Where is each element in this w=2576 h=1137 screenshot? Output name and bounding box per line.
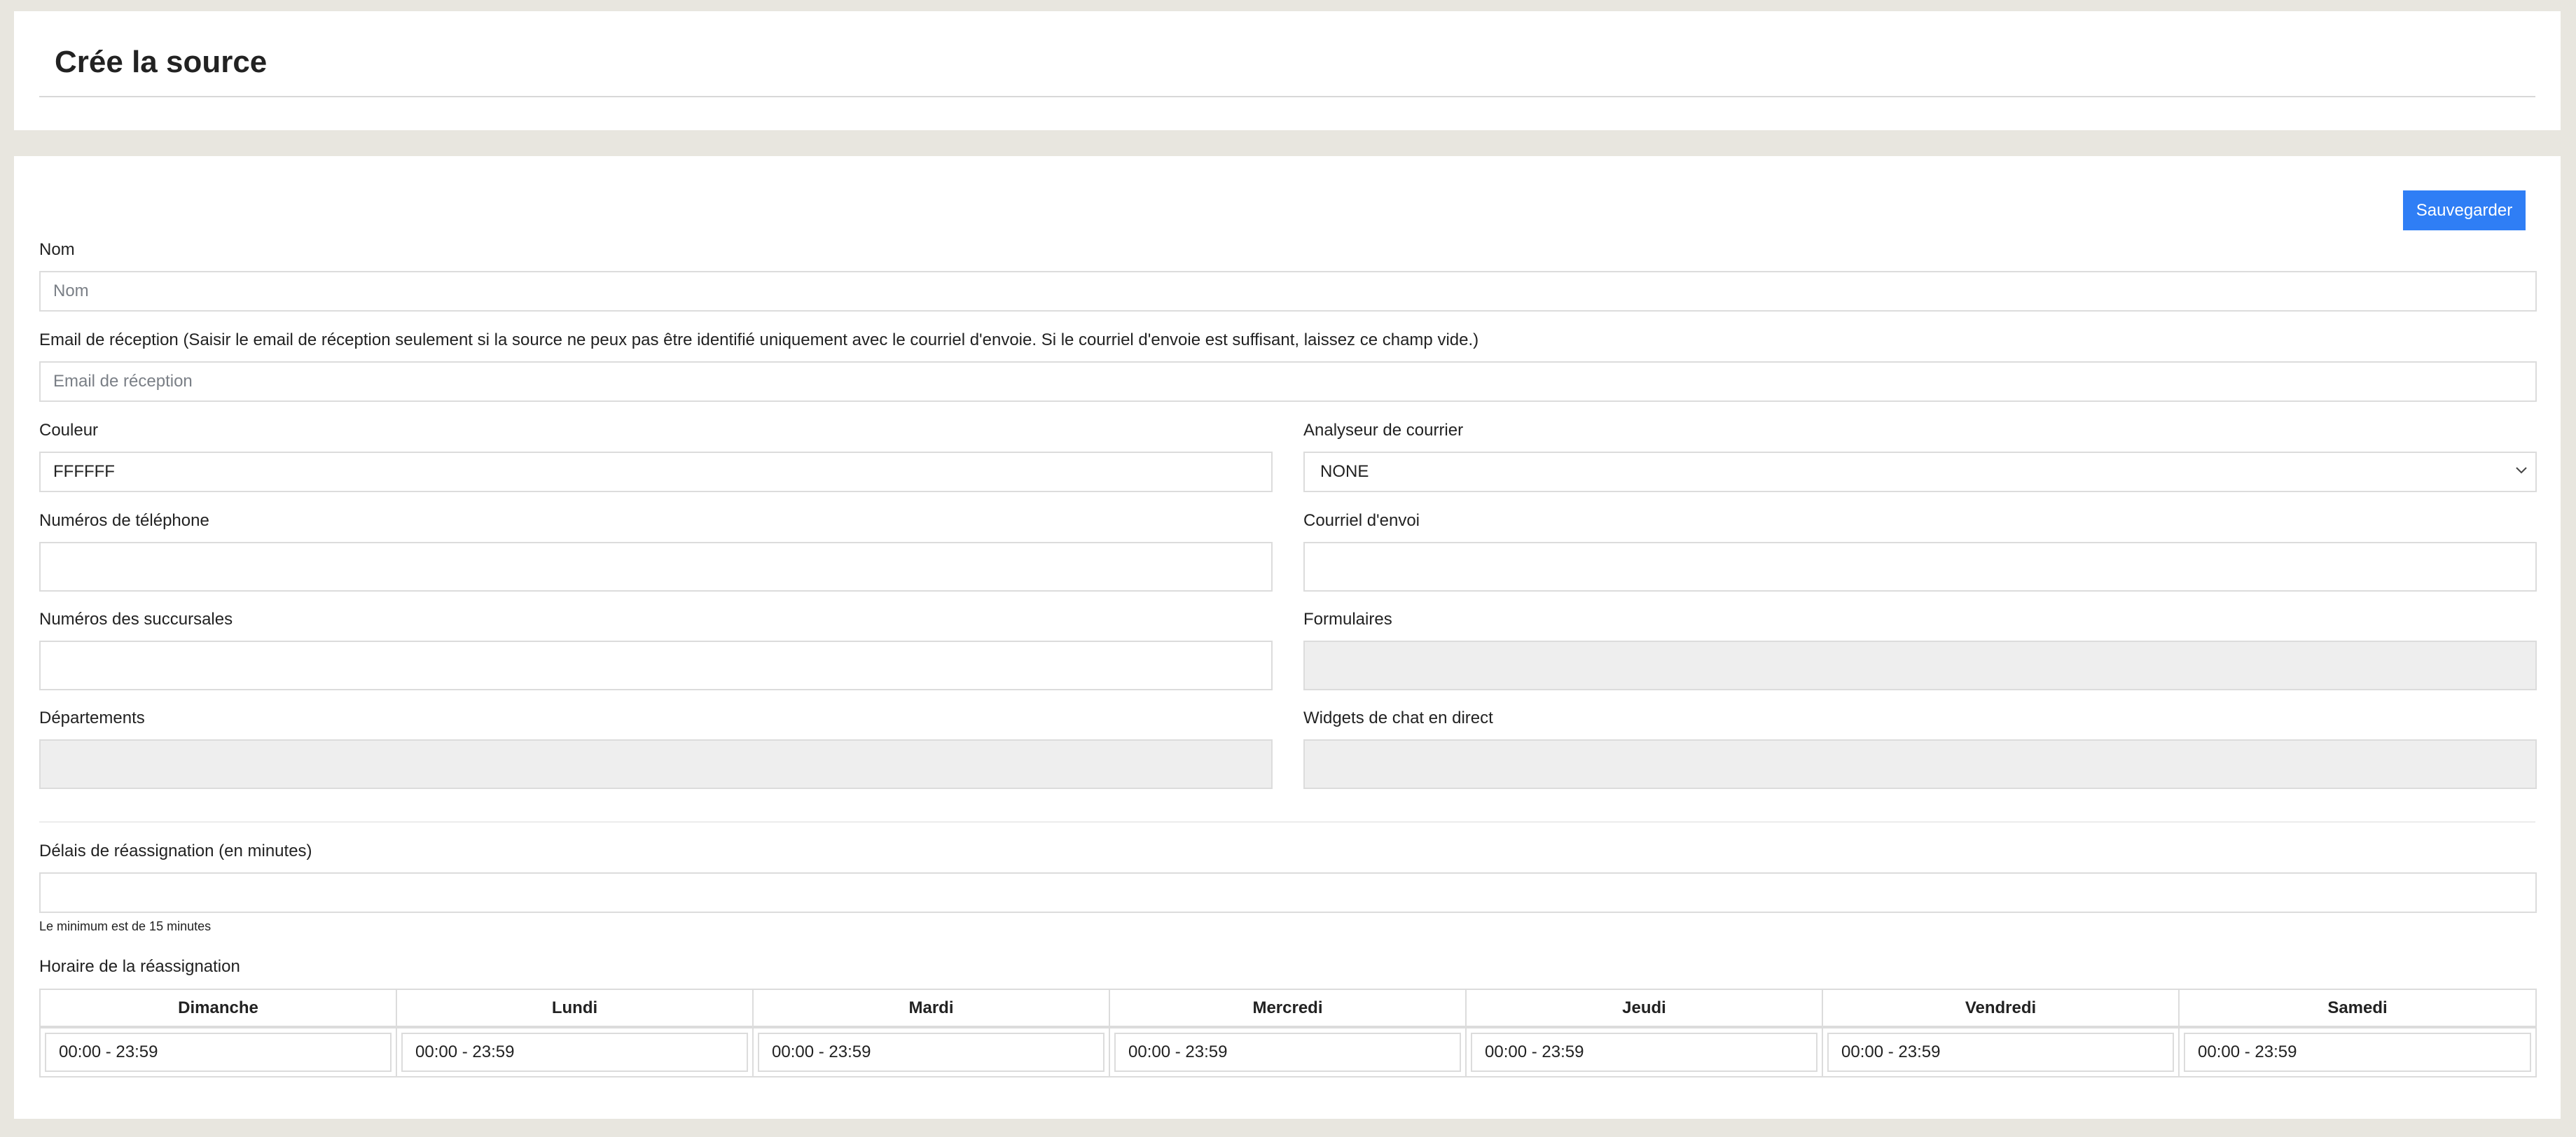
schedule-cell-tuesday (754, 1028, 1110, 1076)
schedule-header-monday: Lundi (397, 990, 754, 1026)
color-input[interactable] (39, 452, 1273, 492)
schedule-cell-wednesday (1110, 1028, 1467, 1076)
departments-label: Départements (39, 709, 145, 727)
schedule-header-friday: Vendredi (1823, 990, 2180, 1026)
schedule-cell-saturday (2180, 1028, 2535, 1076)
chat-widgets-field[interactable] (1303, 739, 2537, 789)
name-input[interactable] (39, 271, 2537, 312)
schedule-hours-wednesday[interactable] (1114, 1033, 1461, 1072)
schedule-cell-thursday (1467, 1028, 1823, 1076)
reception-email-input[interactable] (39, 361, 2537, 402)
schedule-cell-friday (1823, 1028, 2180, 1076)
schedule-header-wednesday: Mercredi (1110, 990, 1467, 1026)
save-button[interactable]: Sauvegarder (2403, 190, 2526, 230)
schedule-header-tuesday: Mardi (754, 990, 1110, 1026)
reassign-delay-help: Le minimum est de 15 minutes (39, 919, 212, 933)
schedule-hours-sunday[interactable] (45, 1033, 392, 1072)
reassign-delay-input[interactable] (39, 872, 2537, 913)
reception-email-label: Email de réception (Saisir le email de r… (39, 330, 1479, 349)
mail-parser-selected-value: NONE (1320, 462, 1369, 481)
page-title: Crée la source (55, 45, 268, 79)
chevron-down-icon (2516, 467, 2527, 474)
phone-numbers-input[interactable] (39, 542, 1273, 592)
schedule-hours-saturday[interactable] (2184, 1033, 2531, 1072)
schedule-hours-friday[interactable] (1827, 1033, 2174, 1072)
mail-parser-select[interactable]: NONE (1303, 452, 2537, 492)
sender-email-input[interactable] (1303, 542, 2537, 592)
color-label: Couleur (39, 421, 99, 440)
form-panel: Sauvegarder Nom Email de réception (Sais… (14, 156, 2561, 1119)
departments-field[interactable] (39, 739, 1273, 789)
schedule-label: Horaire de la réassignation (39, 957, 240, 976)
schedule-table: Dimanche Lundi Mardi Mercredi Jeudi Vend… (39, 989, 2537, 1077)
forms-label: Formulaires (1303, 610, 1392, 629)
schedule-header-sunday: Dimanche (41, 990, 397, 1026)
phone-numbers-label: Numéros de téléphone (39, 511, 209, 530)
branch-numbers-label: Numéros des succursales (39, 610, 233, 629)
schedule-header-saturday: Samedi (2327, 998, 2388, 1017)
forms-field[interactable] (1303, 641, 2537, 690)
schedule-cell-monday (397, 1028, 754, 1076)
section-divider (39, 821, 2535, 823)
reassign-delay-label: Délais de réassignation (en minutes) (39, 842, 312, 860)
schedule-hours-tuesday[interactable] (758, 1033, 1105, 1072)
branch-numbers-input[interactable] (39, 641, 1273, 690)
schedule-hours-monday[interactable] (401, 1033, 748, 1072)
name-label: Nom (39, 240, 75, 259)
header-panel: Crée la source (14, 11, 2561, 130)
schedule-cell-sunday (41, 1028, 397, 1076)
sender-email-label: Courriel d'envoi (1303, 511, 1420, 530)
header-divider (39, 96, 2535, 97)
schedule-hours-thursday[interactable] (1471, 1033, 1817, 1072)
schedule-header-thursday: Jeudi (1467, 990, 1823, 1026)
chat-widgets-label: Widgets de chat en direct (1303, 709, 1493, 727)
schedule-header-row: Dimanche Lundi Mardi Mercredi Jeudi Vend… (41, 990, 2535, 1028)
mail-parser-label: Analyseur de courrier (1303, 421, 1464, 440)
